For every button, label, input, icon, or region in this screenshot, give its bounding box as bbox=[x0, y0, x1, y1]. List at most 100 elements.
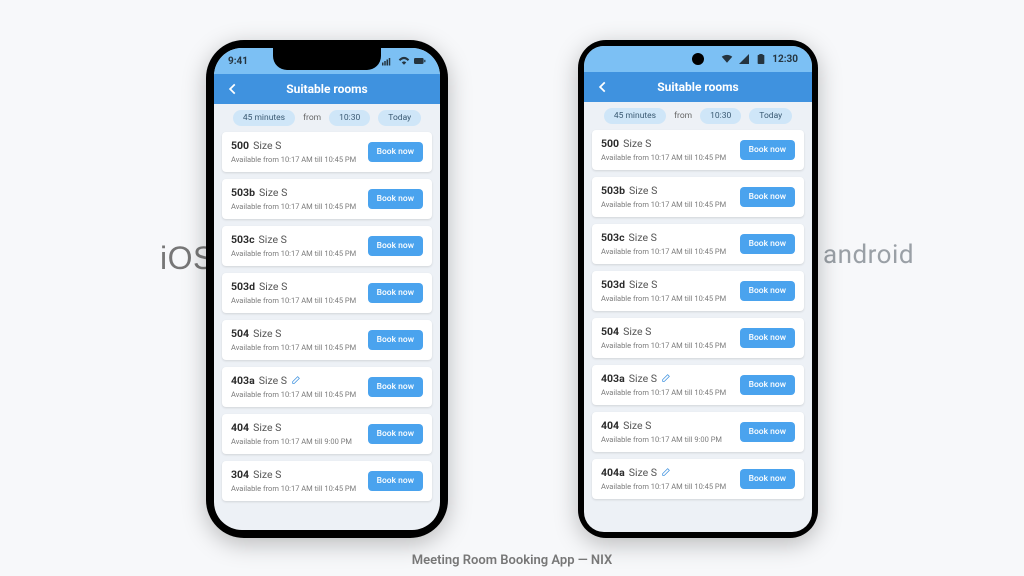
book-now-button[interactable]: Book now bbox=[368, 283, 423, 303]
room-title: 403a Size S bbox=[601, 373, 740, 387]
room-card[interactable]: 500 Size SAvailable from 10:17 AM till 1… bbox=[222, 132, 432, 172]
android-status-time: 12:30 bbox=[772, 54, 798, 65]
book-now-button[interactable]: Book now bbox=[368, 236, 423, 256]
filter-day[interactable]: Today bbox=[378, 110, 421, 126]
room-number: 500 bbox=[601, 138, 619, 151]
room-availability: Available from 10:17 AM till 10:45 PM bbox=[601, 341, 740, 350]
chevron-left-icon bbox=[596, 80, 610, 94]
room-availability: Available from 10:17 AM till 10:45 PM bbox=[601, 200, 740, 209]
room-card[interactable]: 503b Size S Available from 10:17 AM till … bbox=[222, 179, 432, 219]
room-card[interactable]: 500 Size SAvailable from 10:17 AM till 1… bbox=[592, 130, 804, 170]
book-now-button[interactable]: Book now bbox=[740, 234, 795, 254]
stage: 9:41 Suitable rooms 45 minutes from 10:3… bbox=[0, 0, 1024, 576]
room-info: 503c Size S Available from 10:17 AM till … bbox=[601, 232, 740, 256]
room-size: Size S bbox=[629, 373, 657, 386]
room-title: 503c Size S bbox=[231, 234, 368, 247]
room-title: 500 Size S bbox=[231, 140, 368, 153]
wifi-icon bbox=[398, 56, 410, 66]
room-number: 403a bbox=[601, 373, 625, 386]
filter-bar: 45 minutes from 10:30 Today bbox=[214, 104, 440, 128]
book-now-button[interactable]: Book now bbox=[368, 142, 423, 162]
chevron-left-icon bbox=[226, 82, 240, 96]
room-availability: Available from 10:17 AM till 9:00 PM bbox=[601, 435, 740, 444]
room-card[interactable]: 504 Size S Available from 10:17 AM till 1… bbox=[592, 318, 804, 358]
back-button[interactable] bbox=[594, 78, 612, 96]
book-now-button[interactable]: Book now bbox=[740, 422, 795, 442]
iphone-notch bbox=[273, 48, 381, 70]
room-card[interactable]: 504 Size SAvailable from 10:17 AM till 1… bbox=[222, 320, 432, 360]
filter-day[interactable]: Today bbox=[749, 108, 792, 124]
room-title: 404 Size S bbox=[231, 422, 368, 435]
room-card[interactable]: 403a Size S Available from 10:17 AM till… bbox=[592, 365, 804, 405]
room-size: Size S bbox=[629, 232, 657, 245]
room-availability: Available from 10:17 AM till 10:45 PM bbox=[601, 247, 740, 256]
filter-duration[interactable]: 45 minutes bbox=[604, 108, 666, 124]
room-card[interactable]: 404a Size S Available from 10:17 AM till… bbox=[592, 459, 804, 499]
room-title: 504 Size S bbox=[601, 326, 740, 339]
room-availability: Available from 10:17 AM till 10:45 PM bbox=[231, 390, 368, 399]
filter-duration[interactable]: 45 minutes bbox=[233, 110, 295, 126]
room-size: Size S bbox=[253, 328, 281, 341]
room-title: 404a Size S bbox=[601, 467, 740, 481]
room-card[interactable]: 503d Size S Available from 10:17 AM till … bbox=[592, 271, 804, 311]
room-info: 503b Size S Available from 10:17 AM till … bbox=[231, 187, 368, 211]
room-list[interactable]: 500 Size S Available from 10:17 AM till 1… bbox=[584, 126, 812, 532]
book-now-button[interactable]: Book now bbox=[740, 187, 795, 207]
room-card[interactable]: 404 Size SAvailable from 10:17 AM till 9… bbox=[222, 414, 432, 454]
navbar-title: Suitable rooms bbox=[657, 80, 738, 94]
book-now-button[interactable]: Book now bbox=[368, 424, 423, 444]
book-now-button[interactable]: Book now bbox=[740, 140, 795, 160]
room-info: 503d Size S Available from 10:17 AM till … bbox=[601, 279, 740, 303]
caption: Meeting Room Booking App — NIX bbox=[0, 553, 1024, 568]
room-info: 304 Size SAvailable from 10:17 AM till 1… bbox=[231, 469, 368, 493]
room-title: 503c Size S bbox=[601, 232, 740, 245]
book-now-button[interactable]: Book now bbox=[368, 330, 423, 350]
room-number: 503d bbox=[231, 281, 255, 294]
room-title: 503d Size S bbox=[601, 279, 740, 292]
room-card[interactable]: 503c Size S Available from 10:17 AM till … bbox=[592, 224, 804, 264]
book-now-button[interactable]: Book now bbox=[740, 281, 795, 301]
book-now-button[interactable]: Book now bbox=[740, 375, 795, 395]
room-card[interactable]: 403a Size S Available from 10:17 AM till… bbox=[222, 367, 432, 407]
signal-icon bbox=[738, 54, 750, 64]
room-number: 404a bbox=[601, 467, 625, 480]
room-size: Size S bbox=[253, 469, 281, 482]
iphone-frame: 9:41 Suitable rooms 45 minutes from 10:3… bbox=[206, 40, 448, 538]
room-availability: Available from 10:17 AM till 10:45 PM bbox=[601, 294, 740, 303]
book-now-button[interactable]: Book now bbox=[740, 328, 795, 348]
room-number: 404 bbox=[231, 422, 249, 435]
room-card[interactable]: 503c Size S Available from 10:17 AM till … bbox=[222, 226, 432, 266]
battery-icon bbox=[755, 54, 767, 64]
room-list[interactable]: 500 Size S Available from 10:17 AM till 1… bbox=[214, 128, 440, 530]
room-number: 504 bbox=[601, 326, 619, 339]
filter-time[interactable]: 10:30 bbox=[329, 110, 370, 126]
book-now-button[interactable]: Book now bbox=[740, 469, 795, 489]
room-number: 503d bbox=[601, 279, 625, 292]
filter-time[interactable]: 10:30 bbox=[700, 108, 741, 124]
room-info: 403a Size S Available from 10:17 AM till… bbox=[601, 373, 740, 398]
room-size: Size S bbox=[253, 140, 281, 153]
room-title: 503b Size S bbox=[231, 187, 368, 200]
room-size: Size S bbox=[629, 467, 657, 480]
room-card[interactable]: 503d Size SAvailable from 10:17 AM till … bbox=[222, 273, 432, 313]
book-now-button[interactable]: Book now bbox=[368, 377, 423, 397]
room-card[interactable]: 503b Size SAvailable from 10:17 AM till … bbox=[592, 177, 804, 217]
room-availability: Available from 10:17 AM till 10:45 PM bbox=[231, 202, 368, 211]
book-now-button[interactable]: Book now bbox=[368, 471, 423, 491]
back-button[interactable] bbox=[224, 80, 242, 98]
room-availability: Available from 10:17 AM till 10:45 PM bbox=[231, 249, 368, 258]
room-info: 503b Size SAvailable from 10:17 AM till … bbox=[601, 185, 740, 209]
room-card[interactable]: 404 Size SAvailable from 10:17 AM till 9… bbox=[592, 412, 804, 452]
room-availability: Available from 10:17 AM till 10:45 PM bbox=[601, 388, 740, 397]
filter-bar: 45 minutes from 10:30 Today bbox=[584, 102, 812, 126]
room-title: 403a Size S bbox=[231, 375, 368, 389]
navbar-title: Suitable rooms bbox=[286, 82, 367, 96]
book-now-button[interactable]: Book now bbox=[368, 189, 423, 209]
room-availability: Available from 10:17 AM till 10:45 PM bbox=[231, 343, 368, 352]
room-number: 304 bbox=[231, 469, 249, 482]
room-size: Size S bbox=[629, 279, 657, 292]
pencil-icon bbox=[661, 373, 671, 387]
filter-from-label: from bbox=[674, 111, 692, 121]
iphone-screen: 9:41 Suitable rooms 45 minutes from 10:3… bbox=[214, 48, 440, 530]
room-card[interactable]: 304 Size SAvailable from 10:17 AM till 1… bbox=[222, 461, 432, 501]
